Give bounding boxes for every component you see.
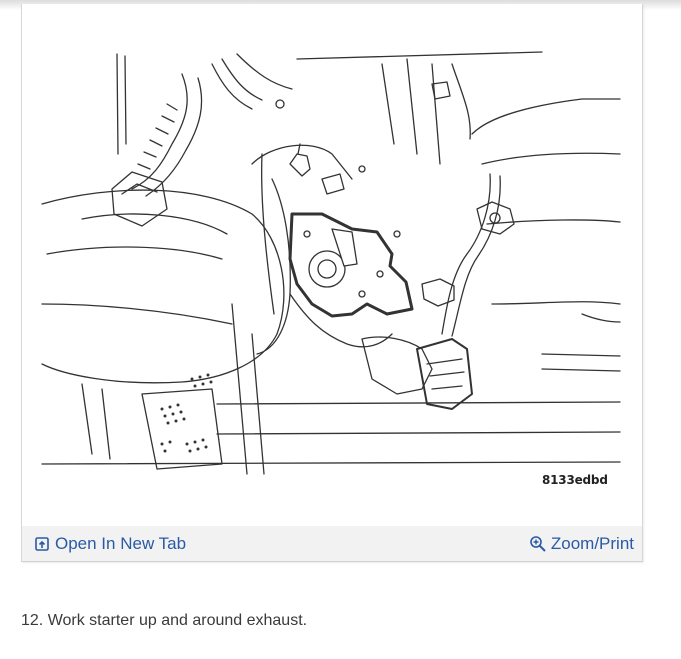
starter-exhaust-illustration[interactable] [22,4,642,526]
figure-card: 8133edbd Open In New Tab Zoom/Print [21,4,643,562]
open-in-new-tab-label: Open In New Tab [55,534,187,553]
zoom-in-icon [529,535,547,553]
page: 8133edbd Open In New Tab Zoom/Print 12. … [0,0,681,659]
open-in-new-tab-icon [35,537,49,551]
zoom-print-label: Zoom/Print [550,534,634,553]
open-in-new-tab-link[interactable]: Open In New Tab [35,534,186,554]
figure-toolbar: Open In New Tab Zoom/Print [22,526,642,561]
zoom-print-link[interactable]: Zoom/Print [529,534,634,554]
figure-code: 8133edbd [542,473,608,487]
step-instruction: 12. Work starter up and around exhaust. [21,612,308,629]
